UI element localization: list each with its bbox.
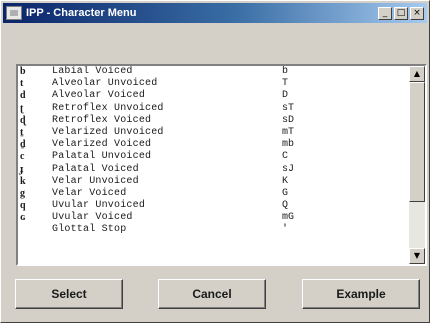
- character-list[interactable]: b Labial Voiced b t Alveolar Unvoiced Td Alveo…: [16, 64, 427, 266]
- list-item[interactable]: ɟ Palatal Voiced sJ: [18, 164, 410, 176]
- character-name: Palatal Voiced: [52, 163, 139, 175]
- phonetic-glyph: ɢ: [20, 212, 26, 224]
- character-code: mG: [282, 212, 295, 224]
- phonetic-glyph: ɟ: [20, 163, 24, 175]
- list-item[interactable]: b Labial Voiced b: [18, 66, 410, 78]
- character-name: Alveolar Unvoiced: [52, 78, 158, 90]
- character-code: sD: [282, 114, 295, 126]
- app-icon: [6, 6, 22, 20]
- character-code: T: [282, 78, 289, 90]
- list-item[interactable]: ɢ Uvular Voiced mG: [18, 212, 410, 224]
- list-item[interactable]: t Alveolar Unvoiced T: [18, 78, 410, 90]
- character-code: sJ: [282, 163, 295, 175]
- character-code: mT: [282, 126, 295, 138]
- example-button[interactable]: Example: [302, 279, 420, 309]
- character-name: Velarized Voiced: [52, 139, 152, 151]
- character-name: Glottal Stop: [52, 224, 127, 236]
- list-item[interactable]: k Velar Unvoiced K: [18, 176, 410, 188]
- character-rows: b Labial Voiced b t Alveolar Unvoiced Td Alveo…: [18, 66, 410, 237]
- phonetic-glyph: q: [20, 200, 26, 212]
- character-name: Retroflex Unvoiced: [52, 102, 164, 114]
- list-item[interactable]: g Velar Voiced G: [18, 188, 410, 200]
- phonetic-glyph: ɖ: [20, 114, 26, 126]
- list-item[interactable]: q Uvular Unvoiced Q: [18, 200, 410, 212]
- character-code: G: [282, 187, 289, 199]
- window-controls: _ □ ×: [378, 6, 424, 20]
- character-code: ': [282, 224, 289, 236]
- phonetic-glyph: c: [20, 151, 25, 163]
- character-name: Velar Unvoiced: [52, 175, 139, 187]
- phonetic-glyph: g: [20, 187, 25, 199]
- window-title: IPP - Character Menu: [26, 7, 137, 19]
- character-name: Labial Voiced: [52, 66, 133, 77]
- list-item[interactable]: ʈ Retroflex Unvoiced sT: [18, 103, 410, 115]
- list-item[interactable]: ḏ Velarized Voiced mb: [18, 139, 410, 151]
- minimize-icon[interactable]: _: [378, 6, 392, 20]
- list-item[interactable]: ɖ Retroflex Voiced sD: [18, 115, 410, 127]
- scroll-up-icon[interactable]: ▲: [409, 66, 425, 82]
- phonetic-glyph: ḏ: [20, 139, 26, 151]
- character-code: sT: [282, 102, 295, 114]
- list-item[interactable]: c Palatal Unvoiced C: [18, 151, 410, 163]
- maximize-icon[interactable]: □: [394, 6, 408, 20]
- character-name: Velar Voiced: [52, 187, 127, 199]
- character-name: Uvular Unvoiced: [52, 200, 146, 212]
- character-code: D: [282, 90, 289, 102]
- character-code: b: [282, 66, 289, 77]
- phonetic-glyph: t: [20, 78, 24, 90]
- scroll-thumb[interactable]: [409, 82, 425, 202]
- select-button[interactable]: Select: [15, 279, 123, 309]
- character-code: mb: [282, 139, 295, 151]
- phonetic-glyph: ṯ: [20, 126, 24, 138]
- character-code: C: [282, 151, 289, 163]
- scroll-down-icon[interactable]: ▼: [409, 248, 425, 264]
- character-name: Uvular Voiced: [52, 212, 133, 224]
- phonetic-glyph: k: [20, 175, 26, 187]
- character-name: Retroflex Voiced: [52, 114, 152, 126]
- character-name: Palatal Unvoiced: [52, 151, 152, 163]
- character-menu-window: IPP - Character Menu _ □ × b Labial Voice…: [0, 0, 430, 323]
- list-item[interactable]: d Alveolar Voiced D: [18, 90, 410, 102]
- cancel-button[interactable]: Cancel: [158, 279, 266, 309]
- list-item[interactable]: Glottal Stop ': [18, 224, 410, 236]
- character-code: K: [282, 175, 289, 187]
- close-icon[interactable]: ×: [410, 6, 424, 20]
- vertical-scrollbar[interactable]: ▲ ▼: [409, 66, 425, 264]
- list-item[interactable]: ṯ Velarized Unvoiced mT: [18, 127, 410, 139]
- phonetic-glyph: d: [20, 90, 26, 102]
- character-name: Velarized Unvoiced: [52, 126, 164, 138]
- phonetic-glyph: ʈ: [20, 102, 24, 114]
- character-code: Q: [282, 200, 289, 212]
- title-bar[interactable]: IPP - Character Menu _ □ ×: [3, 3, 427, 23]
- phonetic-glyph: b: [20, 66, 26, 77]
- character-name: Alveolar Voiced: [52, 90, 146, 102]
